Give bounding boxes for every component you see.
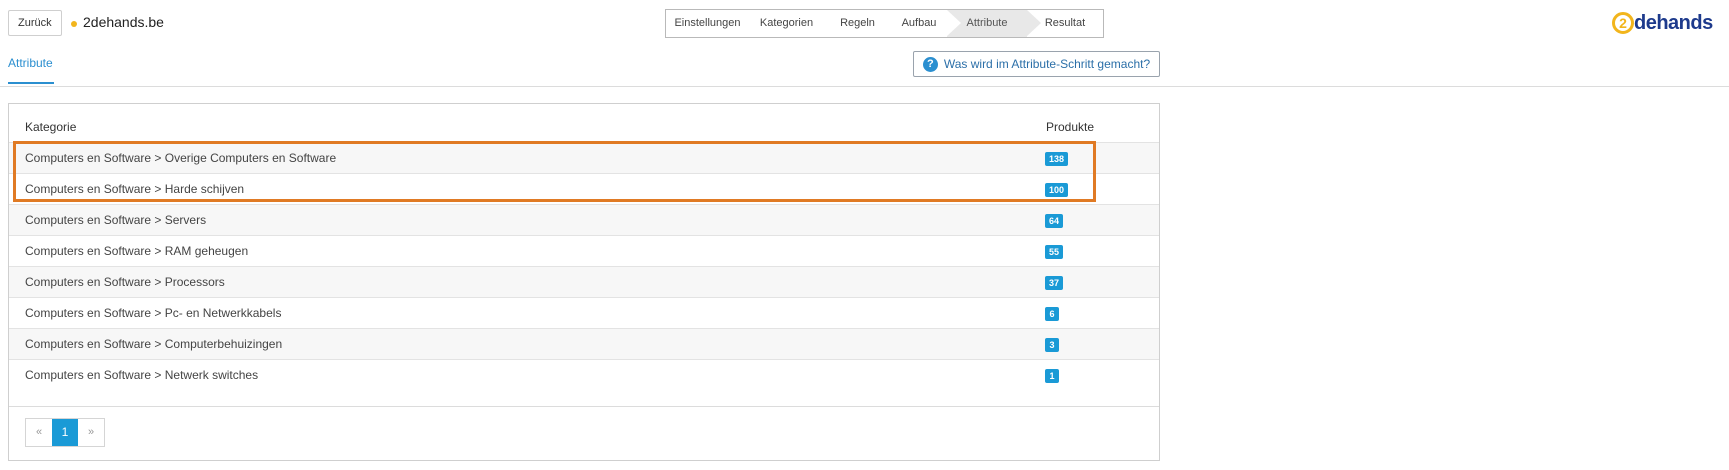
logo-mark: 2 <box>1612 12 1634 34</box>
table-row[interactable]: Computers en Software > Netwerk switches… <box>9 359 1159 390</box>
row-count-badge: 100 <box>1045 183 1069 197</box>
table-row[interactable]: Computers en Software > Overige Computer… <box>9 142 1159 173</box>
help-button[interactable]: ? Was wird im Attribute-Schritt gemacht? <box>913 51 1160 77</box>
row-category: Computers en Software > Computerbehuizin… <box>25 337 283 351</box>
table-row[interactable]: Computers en Software > Servers 64 <box>9 204 1159 235</box>
row-category: Computers en Software > Processors <box>25 275 225 289</box>
row-category: Computers en Software > Overige Computer… <box>25 151 337 165</box>
row-category: Computers en Software > Pc- en Netwerkka… <box>25 306 282 320</box>
tab-active-indicator <box>8 82 54 84</box>
tab-attribute[interactable]: Attribute <box>8 56 53 70</box>
wizard-steps: Einstellungen Kategorien Regeln Aufbau A… <box>665 9 1104 38</box>
pagination: « 1 » <box>25 418 105 447</box>
row-count-badge: 1 <box>1045 369 1059 383</box>
pagination-page-1[interactable]: 1 <box>52 419 78 446</box>
logo-text: dehands <box>1634 11 1713 34</box>
row-count-badge: 138 <box>1045 152 1069 166</box>
row-count-badge: 55 <box>1045 245 1064 259</box>
row-count-badge: 37 <box>1045 276 1064 290</box>
row-category: Computers en Software > RAM geheugen <box>25 244 249 258</box>
table-row[interactable]: Computers en Software > Processors 37 <box>9 266 1159 297</box>
step-attribute[interactable]: Attribute <box>947 10 1041 37</box>
row-category: Computers en Software > Harde schijven <box>25 182 245 196</box>
row-count-badge: 6 <box>1045 307 1059 321</box>
panel-footer-divider <box>9 406 1159 407</box>
row-category: Computers en Software > Netwerk switches <box>25 368 259 382</box>
pagination-prev[interactable]: « <box>26 419 52 446</box>
row-count-badge: 64 <box>1045 214 1064 228</box>
tabs-divider <box>0 86 1729 87</box>
brand-logo: 2 dehands <box>1612 8 1713 38</box>
row-category: Computers en Software > Servers <box>25 213 207 227</box>
table-row[interactable]: Computers en Software > Harde schijven 1… <box>9 173 1159 204</box>
table-row[interactable]: Computers en Software > Computerbehuizin… <box>9 328 1159 359</box>
shop-name: 2dehands.be <box>83 14 164 30</box>
status-dot <box>71 21 77 27</box>
step-kategorien[interactable]: Kategorien <box>749 10 824 37</box>
table-row[interactable]: Computers en Software > RAM geheugen 55 <box>9 235 1159 266</box>
step-aufbau[interactable]: Aufbau <box>891 10 947 37</box>
step-regeln[interactable]: Regeln <box>824 10 891 37</box>
step-einstellungen[interactable]: Einstellungen <box>666 10 749 37</box>
pagination-next[interactable]: » <box>78 419 104 446</box>
row-count-badge: 3 <box>1045 338 1059 352</box>
help-button-label: Was wird im Attribute-Schritt gemacht? <box>943 57 1151 71</box>
column-header-category: Kategorie <box>25 120 77 134</box>
question-circle-icon: ? <box>922 56 938 72</box>
back-button[interactable]: Zurück <box>8 10 62 36</box>
column-header-products: Produkte <box>1046 120 1095 134</box>
table-row[interactable]: Computers en Software > Pc- en Netwerkka… <box>9 297 1159 328</box>
